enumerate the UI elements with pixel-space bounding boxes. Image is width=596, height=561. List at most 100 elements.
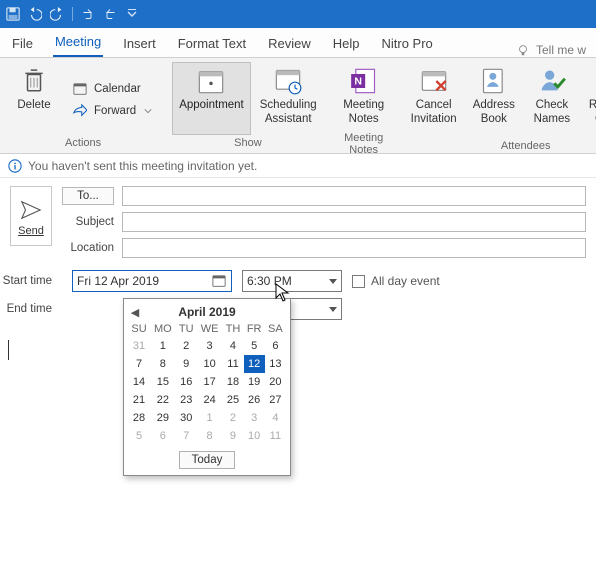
picker-day[interactable]: 29	[150, 409, 176, 427]
picker-day[interactable]: 1	[197, 409, 223, 427]
group-show-label: Show	[166, 135, 329, 153]
picker-dow: WE	[197, 321, 223, 337]
group-notes-label: Meeting Notes	[330, 130, 398, 160]
tab-format-text[interactable]: Format Text	[176, 32, 248, 57]
tab-insert[interactable]: Insert	[121, 32, 158, 57]
start-date-value: Fri 12 Apr 2019	[77, 274, 159, 288]
picker-day[interactable]: 11	[265, 427, 286, 445]
picker-day[interactable]: 2	[222, 409, 243, 427]
picker-day[interactable]: 28	[128, 409, 150, 427]
picker-day[interactable]: 22	[150, 391, 176, 409]
picker-prev-month[interactable]: ◀	[128, 306, 142, 319]
picker-dow: MO	[150, 321, 176, 337]
picker-day[interactable]: 20	[265, 373, 286, 391]
response-options-button[interactable]: Response Options	[582, 62, 596, 138]
picker-day[interactable]: 9	[176, 355, 197, 373]
picker-day[interactable]: 16	[176, 373, 197, 391]
picker-day[interactable]: 25	[222, 391, 243, 409]
picker-day[interactable]: 7	[176, 427, 197, 445]
picker-day[interactable]: 27	[265, 391, 286, 409]
picker-day[interactable]: 1	[150, 337, 176, 355]
forward-button[interactable]: Forward	[70, 102, 154, 120]
cancel-invitation-button[interactable]: Cancel Invitation	[404, 62, 464, 138]
body-editor[interactable]	[8, 340, 108, 360]
meeting-notes-label: Meeting Notes	[343, 99, 384, 127]
picker-day[interactable]: 12	[244, 355, 265, 373]
calendar-button[interactable]: Calendar	[70, 80, 154, 98]
picker-dow: TU	[176, 321, 197, 337]
tab-help[interactable]: Help	[331, 32, 362, 57]
picker-day[interactable]: 30	[176, 409, 197, 427]
picker-day[interactable]: 7	[128, 355, 150, 373]
save-icon[interactable]	[6, 7, 20, 21]
meeting-form: Send To... Subject Location	[0, 178, 596, 266]
onenote-icon: N	[350, 67, 378, 95]
picker-day[interactable]: 18	[222, 373, 243, 391]
tab-review[interactable]: Review	[266, 32, 313, 57]
picker-day[interactable]: 4	[222, 337, 243, 355]
tell-me-label: Tell me w	[536, 43, 586, 57]
delete-button[interactable]: Delete	[6, 62, 62, 135]
start-time-dropdown[interactable]: 6:30 PM	[242, 270, 342, 292]
address-book-label: Address Book	[473, 99, 515, 127]
picker-grid: SUMOTUWETHFRSA 3112345678910111213141516…	[128, 321, 286, 445]
picker-day[interactable]: 13	[265, 355, 286, 373]
all-day-checkbox[interactable]: All day event	[352, 274, 440, 288]
picker-day[interactable]: 19	[244, 373, 265, 391]
schedule-section: Start time Fri 12 Apr 2019 6:30 PM All d…	[0, 266, 596, 330]
calendar-icon	[72, 81, 88, 97]
subject-field[interactable]	[122, 212, 586, 232]
picker-day[interactable]: 2	[176, 337, 197, 355]
qa-customize-icon[interactable]	[125, 7, 139, 21]
picker-day[interactable]: 17	[197, 373, 223, 391]
picker-day[interactable]: 3	[244, 409, 265, 427]
address-book-button[interactable]: Address Book	[466, 62, 522, 138]
location-field[interactable]	[122, 238, 586, 258]
picker-day[interactable]: 3	[197, 337, 223, 355]
qa-next-icon[interactable]	[103, 7, 117, 21]
picker-day[interactable]: 11	[222, 355, 243, 373]
to-button[interactable]: To...	[62, 187, 114, 205]
tab-nitro-pro[interactable]: Nitro Pro	[379, 32, 434, 57]
start-date-dropdown[interactable]: Fri 12 Apr 2019	[72, 270, 232, 292]
appointment-icon	[197, 67, 225, 95]
picker-day[interactable]: 21	[128, 391, 150, 409]
picker-today-button[interactable]: Today	[179, 451, 236, 469]
info-text: You haven't sent this meeting invitation…	[28, 159, 257, 173]
picker-day[interactable]: 10	[244, 427, 265, 445]
picker-day[interactable]: 5	[128, 427, 150, 445]
picker-day[interactable]: 15	[150, 373, 176, 391]
picker-day[interactable]: 9	[222, 427, 243, 445]
title-bar	[0, 0, 596, 28]
picker-day[interactable]: 4	[265, 409, 286, 427]
picker-day[interactable]: 10	[197, 355, 223, 373]
tell-me[interactable]: Tell me w	[516, 43, 586, 57]
picker-day[interactable]: 14	[128, 373, 150, 391]
tab-meeting[interactable]: Meeting	[53, 30, 103, 57]
undo-icon[interactable]	[28, 7, 42, 21]
send-button[interactable]: Send	[10, 186, 52, 246]
scheduling-label: Scheduling Assistant	[260, 99, 317, 127]
picker-day[interactable]: 6	[265, 337, 286, 355]
picker-day[interactable]: 5	[244, 337, 265, 355]
delete-label: Delete	[17, 99, 50, 113]
picker-dow: TH	[222, 321, 243, 337]
qa-previous-icon[interactable]	[81, 7, 95, 21]
scheduling-assistant-button[interactable]: Scheduling Assistant	[253, 62, 324, 135]
forward-label: Forward	[94, 105, 136, 117]
delete-icon	[20, 67, 48, 95]
date-picker: ◀ April 2019 ▶ SUMOTUWETHFRSA 3112345678…	[123, 298, 291, 476]
picker-day[interactable]: 6	[150, 427, 176, 445]
meeting-notes-button[interactable]: N Meeting Notes	[336, 62, 392, 130]
picker-day[interactable]: 31	[128, 337, 150, 355]
check-names-button[interactable]: Check Names	[524, 62, 580, 138]
picker-day[interactable]: 8	[197, 427, 223, 445]
picker-day[interactable]: 26	[244, 391, 265, 409]
to-field[interactable]	[122, 186, 586, 206]
tab-file[interactable]: File	[10, 32, 35, 57]
picker-day[interactable]: 8	[150, 355, 176, 373]
picker-day[interactable]: 23	[176, 391, 197, 409]
appointment-button[interactable]: Appointment	[172, 62, 251, 135]
redo-icon[interactable]	[50, 7, 64, 21]
picker-day[interactable]: 24	[197, 391, 223, 409]
